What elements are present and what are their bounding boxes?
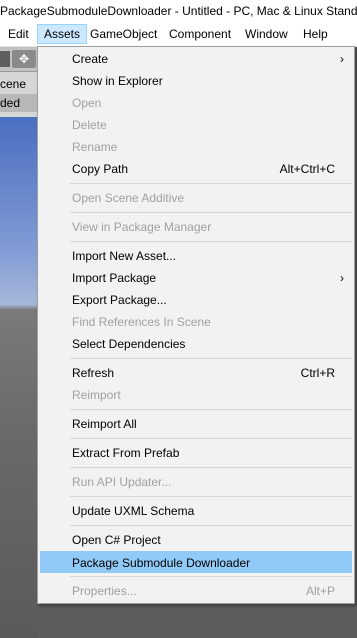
menu-bar: Edit Assets GameObject Component Window … (0, 24, 357, 47)
menu-item-run-api-updater[interactable]: Run API Updater... (40, 471, 352, 493)
menu-item-label: Reimport (72, 388, 121, 402)
menu-separator (70, 212, 352, 213)
menu-separator (70, 183, 352, 184)
menu-item-shortcut: Ctrl+R (300, 366, 335, 380)
menu-item-rename[interactable]: Rename (40, 136, 352, 158)
menu-item-label: Select Dependencies (72, 337, 186, 351)
menu-item-label: Extract From Prefab (72, 446, 180, 460)
menu-separator (70, 241, 352, 242)
menu-item-label: Open (72, 96, 102, 110)
menu-item-shortcut: Alt+P (305, 584, 335, 598)
menu-item-create[interactable]: Create › (40, 48, 352, 70)
menu-item-label: Delete (72, 118, 107, 132)
menu-separator (70, 438, 352, 439)
move-tool-icon[interactable]: ✥ (12, 50, 36, 68)
chevron-right-icon: › (340, 271, 344, 285)
menu-item-label: Run API Updater... (72, 475, 172, 489)
window-title: PackageSubmoduleDownloader - Untitled - … (0, 4, 357, 18)
hierarchy-item[interactable]: cene (0, 76, 26, 92)
menu-separator (70, 496, 352, 497)
menu-separator (70, 525, 352, 526)
menu-item-reimport[interactable]: Reimport (40, 384, 352, 406)
hierarchy-panel: cene ded (0, 72, 37, 117)
menu-item-reimport-all[interactable]: Reimport All (40, 413, 352, 435)
menu-item-label: Copy Path (72, 162, 129, 176)
menu-item-label: Refresh (72, 366, 115, 380)
menu-item-label: Export Package... (72, 293, 167, 307)
menu-assets[interactable]: Assets (37, 24, 88, 44)
menu-item-label: Import New Asset... (72, 249, 177, 263)
menu-separator (70, 409, 352, 410)
menu-window[interactable]: Window (239, 24, 294, 44)
menu-item-properties[interactable]: Properties... Alt+P (40, 580, 352, 602)
menu-item-label: Show in Explorer (72, 74, 163, 88)
menu-edit[interactable]: Edit (2, 24, 35, 44)
menu-component[interactable]: Component (163, 24, 237, 44)
menu-item-open-scene-additive[interactable]: Open Scene Additive (40, 187, 352, 209)
menu-item-update-uxml-schema[interactable]: Update UXML Schema (40, 500, 352, 522)
menu-separator (70, 576, 352, 577)
menu-item-label: Open C# Project (72, 533, 161, 547)
menu-item-label: Find References In Scene (72, 315, 211, 329)
menu-help[interactable]: Help (297, 24, 334, 44)
menu-item-find-references[interactable]: Find References In Scene (40, 311, 352, 333)
menu-item-extract-from-prefab[interactable]: Extract From Prefab (40, 442, 352, 464)
menu-separator (70, 467, 352, 468)
menu-item-show-in-explorer[interactable]: Show in Explorer (40, 70, 352, 92)
menu-item-import-new-asset[interactable]: Import New Asset... (40, 245, 352, 267)
menu-gameobject[interactable]: GameObject (84, 24, 163, 44)
menu-item-label: Package Submodule Downloader (72, 556, 251, 570)
menu-item-label: View in Package Manager (72, 220, 212, 234)
toolbar: ✥ (0, 47, 37, 72)
menu-item-delete[interactable]: Delete (40, 114, 352, 136)
menu-item-export-package[interactable]: Export Package... (40, 289, 352, 311)
menu-item-label: Open Scene Additive (72, 191, 185, 205)
menu-item-label: Reimport All (72, 417, 137, 431)
menu-item-shortcut: Alt+Ctrl+C (279, 162, 335, 176)
hand-tool-button[interactable] (0, 51, 10, 67)
menu-item-refresh[interactable]: Refresh Ctrl+R (40, 362, 352, 384)
menu-item-label: Create (72, 52, 109, 66)
menu-item-copy-path[interactable]: Copy Path Alt+Ctrl+C (40, 158, 352, 180)
menu-item-label: Rename (72, 140, 118, 154)
menu-item-view-in-package-manager[interactable]: View in Package Manager (40, 216, 352, 238)
menu-item-package-submodule-downloader[interactable]: Package Submodule Downloader (40, 551, 352, 573)
scene-view[interactable] (0, 117, 37, 638)
menu-separator (70, 358, 352, 359)
menu-item-select-dependencies[interactable]: Select Dependencies (40, 333, 352, 355)
editor-background: ✥ cene ded (0, 47, 37, 638)
menu-item-import-package[interactable]: Import Package › (40, 267, 352, 289)
menu-item-label: Import Package (72, 271, 157, 285)
hierarchy-item-selected[interactable]: ded (0, 94, 37, 112)
window-title-bar: PackageSubmoduleDownloader - Untitled - … (0, 0, 357, 24)
menu-item-open-csharp-project[interactable]: Open C# Project (40, 529, 352, 551)
chevron-right-icon: › (340, 52, 344, 66)
menu-item-label: Update UXML Schema (72, 504, 195, 518)
assets-dropdown-menu: Create › Show in Explorer Open Delete Re… (37, 46, 355, 604)
menu-item-open[interactable]: Open (40, 92, 352, 114)
menu-item-label: Properties... (72, 584, 137, 598)
